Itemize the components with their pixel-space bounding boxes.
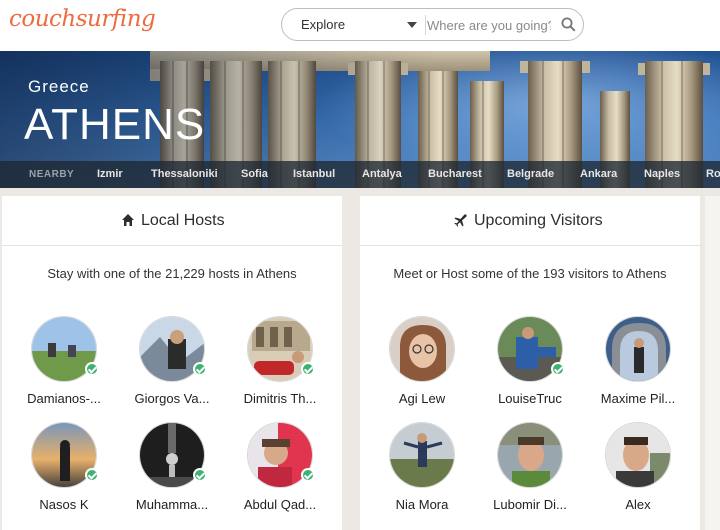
nearby-city-link[interactable]: Ankara: [580, 161, 617, 188]
visitor-card[interactable]: Maxime Pil...: [585, 316, 691, 406]
verified-badge-icon: [85, 362, 99, 376]
airplane-icon: [454, 214, 467, 227]
visitor-card[interactable]: LouiseTruc: [477, 316, 583, 406]
hero-banner: Greece ATHENS NEARBY Izmir Thessaloniki …: [0, 51, 720, 188]
visitor-name[interactable]: Maxime Pil...: [585, 391, 691, 406]
visitor-name[interactable]: Lubomir Di...: [477, 497, 583, 512]
visitor-name[interactable]: Nia Mora: [369, 497, 475, 512]
visitor-card[interactable]: Alex: [585, 422, 691, 512]
host-card[interactable]: Nasos K: [11, 422, 117, 512]
host-name[interactable]: Giorgos Va...: [119, 391, 225, 406]
city-name: ATHENS: [24, 100, 206, 149]
avatar[interactable]: [389, 316, 455, 382]
host-name[interactable]: Abdul Qad...: [227, 497, 333, 512]
avatar[interactable]: [389, 422, 455, 488]
country-name: Greece: [28, 77, 90, 96]
visitor-name[interactable]: LouiseTruc: [477, 391, 583, 406]
host-name[interactable]: Dimitris Th...: [227, 391, 333, 406]
visitors-title: Upcoming Visitors: [474, 212, 603, 229]
explore-dropdown[interactable]: Explore: [301, 9, 345, 40]
page-edge: [705, 196, 720, 530]
visitor-card[interactable]: Agi Lew: [369, 316, 475, 406]
nearby-city-link[interactable]: Izmir: [97, 161, 123, 188]
chevron-down-icon[interactable]: [407, 22, 417, 28]
nearby-city-link[interactable]: Antalya: [362, 161, 402, 188]
host-name[interactable]: Nasos K: [11, 497, 117, 512]
home-icon: [122, 214, 134, 226]
nearby-city-link[interactable]: Bucharest: [428, 161, 482, 188]
visitor-card[interactable]: Nia Mora: [369, 422, 475, 512]
avatar[interactable]: [497, 422, 563, 488]
visitor-name[interactable]: Agi Lew: [369, 391, 475, 406]
verified-badge-icon: [193, 362, 207, 376]
search-input[interactable]: [427, 16, 551, 34]
verified-badge-icon: [301, 362, 315, 376]
verified-badge-icon: [85, 468, 99, 482]
visitor-card[interactable]: Lubomir Di...: [477, 422, 583, 512]
search-icon[interactable]: [561, 17, 576, 32]
nearby-bar: NEARBY Izmir Thessaloniki Sofia Istanbul…: [0, 161, 720, 188]
nearby-label: NEARBY: [29, 169, 75, 180]
local-hosts-panel: Local Hosts Stay with one of the 21,229 …: [2, 196, 342, 530]
local-hosts-subtitle: Stay with one of the 21,229 hosts in Ath…: [47, 266, 297, 281]
search-divider: [425, 15, 426, 35]
local-hosts-title: Local Hosts: [141, 212, 225, 229]
avatar[interactable]: [605, 316, 671, 382]
host-card[interactable]: Abdul Qad...: [227, 422, 333, 512]
host-card[interactable]: Muhamma...: [119, 422, 225, 512]
top-bar: couchsurfing Explore: [0, 0, 720, 51]
upcoming-visitors-panel: Upcoming Visitors Meet or Host some of t…: [360, 196, 700, 530]
host-name[interactable]: Damianos-...: [11, 391, 117, 406]
host-name[interactable]: Muhamma...: [119, 497, 225, 512]
verified-badge-icon: [193, 468, 207, 482]
nearby-city-link[interactable]: Naples: [644, 161, 680, 188]
host-card[interactable]: Dimitris Th...: [227, 316, 333, 406]
avatar[interactable]: [605, 422, 671, 488]
verified-badge-icon: [301, 468, 315, 482]
couchsurfing-logo[interactable]: couchsurfing: [9, 6, 156, 32]
nearby-city-link[interactable]: Sofia: [241, 161, 268, 188]
host-card[interactable]: Giorgos Va...: [119, 316, 225, 406]
visitors-header: Upcoming Visitors: [360, 196, 700, 246]
nearby-city-link[interactable]: Thessaloniki: [151, 161, 218, 188]
local-hosts-header: Local Hosts: [2, 196, 342, 246]
nearby-city-link[interactable]: Belgrade: [507, 161, 554, 188]
visitors-subtitle: Meet or Host some of the 193 visitors to…: [393, 266, 667, 281]
search-bar: Explore: [281, 8, 584, 41]
host-card[interactable]: Damianos-...: [11, 316, 117, 406]
nearby-city-link[interactable]: Ro: [706, 161, 720, 188]
nearby-city-link[interactable]: Istanbul: [293, 161, 335, 188]
verified-badge-icon: [551, 362, 565, 376]
visitor-name[interactable]: Alex: [585, 497, 691, 512]
